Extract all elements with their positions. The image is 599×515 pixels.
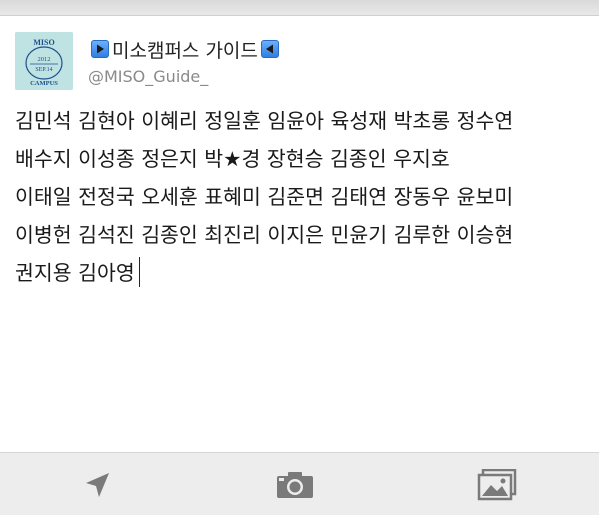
avatar-logo: MISO 2012 SEP.14 CAMPUS [15,32,73,90]
tweet-compose-field[interactable]: 김민석 김현아 이혜리 정일훈 임윤아 육성재 박초롱 정수연 배수지 이성종 … [15,102,587,292]
avatar-year: 2012 [38,56,51,63]
compose-line: 이병헌 김석진 김종인 최진리 이지은 민윤기 김루한 이승현 [15,223,514,247]
play-right-icon [91,40,109,58]
compose-line: 김민석 김현아 이혜리 정일훈 임윤아 육성재 박초롱 정수연 [15,109,514,133]
compose-line: 이태일 전정국 오세훈 표혜미 김준면 김태연 장동우 윤보미 [15,185,514,209]
account-handle: @MISO_Guide_ [88,67,209,86]
location-arrow-icon [86,473,109,497]
account-name: 미소캠퍼스 가이드 [88,36,282,62]
compose-screen: MISO 2012 SEP.14 CAMPUS 미소캠퍼스 가이드 @MISO_… [0,0,599,515]
avatar-title: MISO [33,38,54,47]
text-caret [138,257,140,287]
gallery-icon [477,469,517,501]
camera-button[interactable] [273,465,317,505]
gallery-button[interactable] [475,465,519,505]
location-button[interactable] [75,465,119,505]
avatar-date: SEP.14 [35,67,52,73]
avatar-subtitle: CAMPUS [30,80,58,87]
camera-icon [277,472,313,498]
display-name: 미소캠퍼스 가이드 [112,39,258,62]
compose-line: 배수지 이성종 정은지 박★경 장현승 김종인 우지호 [15,147,450,171]
avatar[interactable]: MISO 2012 SEP.14 CAMPUS [15,32,73,90]
play-left-icon [260,40,279,58]
top-bar [0,0,599,16]
compose-line-text: 권지용 김아영 [15,261,135,285]
compose-header: MISO 2012 SEP.14 CAMPUS 미소캠퍼스 가이드 @MISO_… [15,32,585,92]
compose-line-last: 권지용 김아영 [15,254,587,292]
bottom-toolbar [0,452,599,515]
